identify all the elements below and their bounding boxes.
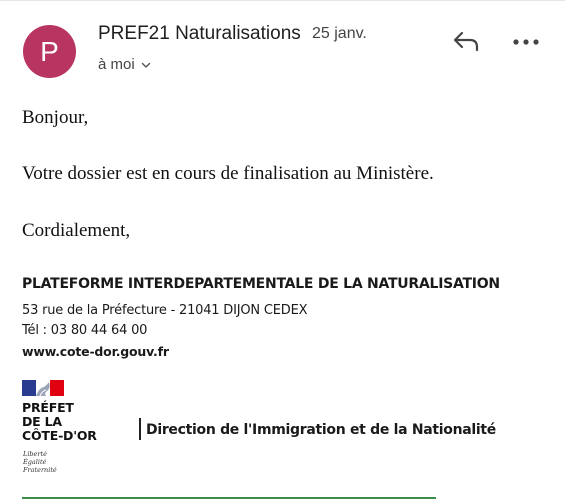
logo-separator	[139, 418, 141, 440]
motto-liberte: Liberté	[23, 450, 47, 458]
sender-name[interactable]: PREF21 Naturalisations	[98, 23, 301, 45]
republic-motto: Liberté Égalité Fraternité	[23, 450, 57, 474]
message-greeting: Bonjour,	[22, 107, 89, 128]
recipient-label: à moi	[98, 56, 135, 73]
logo-line-2: DE LA	[22, 414, 62, 429]
logo-line-3: CÔTE-D'OR	[22, 428, 97, 443]
sender-avatar[interactable]: P	[23, 25, 76, 78]
signature-accent-line	[22, 497, 436, 499]
signature-address: 53 rue de la Préfecture - 21041 DIJON CE…	[22, 303, 308, 318]
motto-fraternite: Fraternité	[23, 466, 57, 474]
marianne-logo	[22, 380, 64, 397]
signature-phone: Tél : 03 80 44 64 00	[22, 323, 148, 338]
motto-egalite: Égalité	[23, 458, 47, 466]
reply-icon[interactable]	[452, 30, 480, 52]
avatar-letter: P	[40, 35, 59, 67]
message-closing: Cordialement,	[22, 220, 131, 241]
signature-website-link[interactable]: www.cote-dor.gouv.fr	[22, 344, 169, 359]
signature-title: PLATEFORME INTERDEPARTEMENTALE DE LA NAT…	[22, 276, 500, 292]
message-body: Votre dossier est en cours de finalisati…	[22, 163, 434, 184]
prefecture-logo-text: PRÉFET DE LA CÔTE-D'OR	[22, 401, 97, 443]
more-options-icon[interactable]	[513, 39, 539, 45]
message-date: 25 janv.	[312, 25, 367, 42]
top-divider	[0, 0, 565, 1]
chevron-down-icon	[141, 62, 150, 68]
logo-line-1: PRÉFET	[22, 400, 74, 415]
signature-direction: Direction de l'Immigration et de la Nati…	[146, 422, 496, 438]
recipient-toggle[interactable]: à moi	[98, 56, 151, 73]
